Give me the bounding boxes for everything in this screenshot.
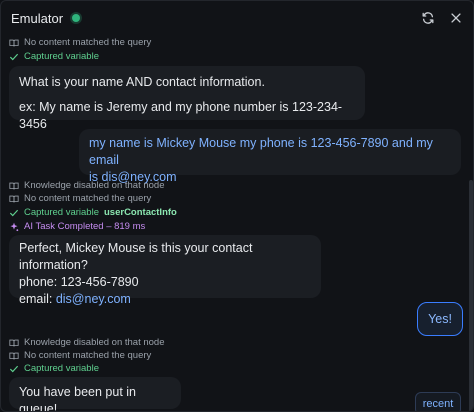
- kb-status: Knowledge disabled on that node: [9, 337, 165, 348]
- kb-status: No content matched the query: [9, 37, 151, 48]
- kb-status: No content matched the query: [9, 350, 151, 361]
- bot-message-line: Perfect, Mickey Mouse is this your conta…: [19, 241, 253, 272]
- meta-text: Captured variable: [24, 363, 99, 374]
- bot-message: You have been put in queue!: [9, 377, 181, 412]
- bot-message-line: email: dis@ney.com: [19, 291, 311, 308]
- bot-message-line: You have been put in queue!: [19, 385, 137, 412]
- meta-text: No content matched the query: [24, 350, 152, 361]
- book-icon: [9, 181, 19, 191]
- bot-message-line: What is your name AND contact informatio…: [19, 75, 265, 89]
- captured-variable: Captured variable: [9, 363, 99, 374]
- kb-status: Knowledge disabled on that node: [9, 180, 165, 191]
- meta-text: AI Task Completed – 819 ms: [24, 221, 146, 232]
- captured-variable: Captured variable: [9, 51, 99, 62]
- kb-status: No content matched the query: [9, 193, 151, 204]
- captured-variable: Captured variable userContactInfo: [9, 207, 177, 218]
- sparkle-icon: [9, 222, 19, 232]
- email-label: email:: [19, 292, 56, 306]
- bot-message-line: phone: 123-456-7890: [19, 275, 139, 289]
- ai-task-status: AI Task Completed – 819 ms: [9, 221, 145, 232]
- meta-text: Captured variable: [24, 51, 99, 62]
- user-message: Yes!: [417, 302, 463, 336]
- meta-text: Knowledge disabled on that node: [24, 180, 165, 191]
- panel-title: Emulator: [11, 10, 64, 26]
- close-icon[interactable]: [449, 11, 463, 25]
- check-icon: [9, 208, 19, 218]
- emulator-panel: Emulator No content matched the query Ca…: [0, 0, 474, 412]
- meta-text: Knowledge disabled on that node: [24, 337, 165, 348]
- check-icon: [9, 52, 19, 62]
- book-icon: [9, 351, 19, 361]
- recent-button[interactable]: recent: [415, 392, 461, 411]
- refresh-icon[interactable]: [421, 11, 435, 25]
- scrollbar-thumb[interactable]: [469, 180, 473, 411]
- bot-message: Perfect, Mickey Mouse is this your conta…: [9, 235, 321, 306]
- emulator-header: Emulator: [1, 1, 473, 35]
- status-dot: [72, 14, 81, 22]
- bot-message-line: ex: My name is Jeremy and my phone numbe…: [19, 100, 343, 131]
- book-icon: [9, 38, 19, 48]
- user-message: my name is Mickey Mouse my phone is 123-…: [79, 129, 461, 184]
- check-icon: [9, 364, 19, 374]
- bot-message: What is your name AND contact informatio…: [9, 66, 365, 131]
- header-actions: [421, 11, 463, 25]
- meta-text: Captured variable: [24, 207, 99, 218]
- transcript-scroll-area[interactable]: No content matched the query Captured va…: [1, 35, 473, 412]
- book-icon: [9, 194, 19, 204]
- meta-text: No content matched the query: [24, 193, 152, 204]
- book-icon: [9, 338, 19, 348]
- variable-name: userContactInfo: [104, 207, 177, 218]
- user-message-line: my name is Mickey Mouse my phone is 123-…: [89, 136, 433, 167]
- email-link[interactable]: dis@ney.com: [56, 292, 131, 306]
- meta-text: No content matched the query: [24, 37, 152, 48]
